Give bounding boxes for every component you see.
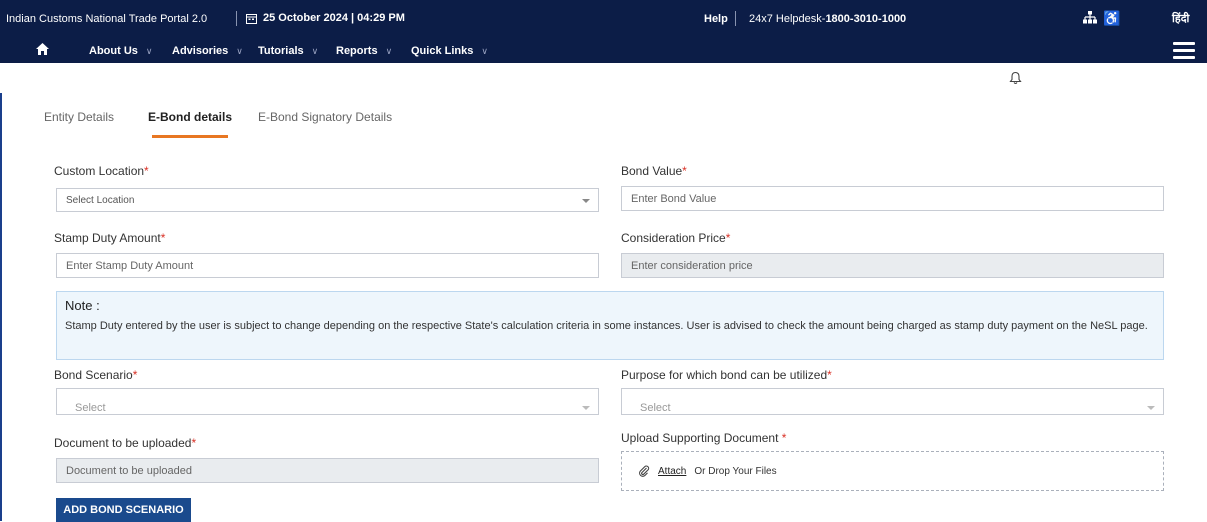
add-bond-scenario-button[interactable]: ADD BOND SCENARIO [56, 498, 191, 522]
stamp-duty-note: Note : Stamp Duty entered by the user is… [56, 291, 1164, 360]
note-title: Note : [65, 298, 100, 313]
nav-about-us[interactable]: About Us ∨ [89, 45, 152, 57]
custom-location-placeholder: Select Location [66, 195, 135, 206]
divider [236, 11, 237, 26]
helpdesk-number: 1800-3010-1000 [825, 13, 907, 25]
sitemap-icon[interactable] [1083, 11, 1097, 27]
date-time-text: 25 October 2024 | 04:29 PM [263, 12, 405, 24]
helpdesk-prefix: 24x7 Helpdesk- [749, 13, 826, 25]
hindi-language-link[interactable]: हिंदी [1172, 11, 1189, 26]
home-icon[interactable] [35, 42, 50, 59]
nav-label: Advisories [172, 45, 229, 57]
hamburger-menu-icon[interactable] [1173, 42, 1195, 59]
consideration-price-label: Consideration Price* [621, 231, 731, 245]
nav-label: Tutorials [258, 45, 304, 57]
chevron-down-icon [582, 406, 590, 410]
paperclip-icon [639, 465, 650, 477]
nav-tutorials[interactable]: Tutorials ∨ [258, 45, 318, 57]
nav-label: Quick Links [411, 45, 474, 57]
nav-quick-links[interactable]: Quick Links ∨ [411, 45, 488, 57]
nav-reports[interactable]: Reports ∨ [336, 45, 392, 57]
document-input: Document to be uploaded [56, 458, 599, 483]
ebond-form-panel: Entity Details E-Bond details E-Bond Sig… [0, 93, 1207, 522]
purpose-label: Purpose for which bond can be utilized* [621, 368, 832, 382]
upload-support-label: Upload Supporting Document * [621, 431, 787, 445]
consideration-price-placeholder: Enter consideration price [631, 260, 753, 272]
chevron-down-icon: ∨ [311, 45, 319, 56]
purpose-placeholder: Select [640, 402, 671, 414]
chevron-down-icon: ∨ [236, 45, 243, 56]
custom-location-select[interactable]: Select Location [56, 188, 599, 212]
stamp-duty-input[interactable]: Enter Stamp Duty Amount [56, 253, 599, 278]
document-placeholder: Document to be uploaded [66, 465, 192, 477]
date-time: 25 October 2024 | 04:29 PM [246, 12, 405, 24]
top-bar: Indian Customs National Trade Portal 2.0… [0, 0, 1207, 38]
divider [735, 11, 736, 26]
tab-entity-details[interactable]: Entity Details [44, 110, 114, 124]
bell-icon[interactable] [1009, 71, 1022, 90]
nav-advisories[interactable]: Advisories ∨ [172, 45, 243, 57]
bond-scenario-select[interactable]: Select [56, 388, 599, 415]
tab-ebond-details[interactable]: E-Bond details [148, 110, 232, 124]
active-tab-indicator [152, 135, 228, 138]
stamp-duty-placeholder: Enter Stamp Duty Amount [66, 260, 194, 272]
chevron-down-icon [582, 199, 590, 203]
custom-location-label: Custom Location* [54, 164, 149, 178]
drop-files-text: Or Drop Your Files [694, 465, 777, 477]
document-label: Document to be uploaded* [54, 436, 197, 450]
bond-scenario-placeholder: Select [75, 402, 106, 414]
consideration-price-input: Enter consideration price [621, 253, 1164, 278]
purpose-select[interactable]: Select [621, 388, 1164, 415]
helpdesk: 24x7 Helpdesk-1800-3010-1000 [749, 13, 906, 25]
calendar-icon [246, 13, 257, 24]
notification-bar [0, 63, 1207, 93]
accessibility-icon[interactable]: ♿ [1103, 10, 1120, 27]
chevron-down-icon: ∨ [385, 45, 393, 56]
bond-value-label: Bond Value* [621, 164, 687, 178]
main-nav: About Us ∨ Advisories ∨ Tutorials ∨ Reports… [0, 38, 1207, 63]
chevron-down-icon: ∨ [145, 45, 153, 56]
note-text: Stamp Duty entered by the user is subjec… [65, 320, 1148, 332]
chevron-down-icon: ∨ [481, 45, 488, 56]
help-link[interactable]: Help [704, 13, 728, 25]
nav-label: Reports [336, 45, 378, 57]
chevron-down-icon [1147, 406, 1155, 410]
tab-ebond-signatory-details[interactable]: E-Bond Signatory Details [258, 110, 392, 124]
bond-scenario-label: Bond Scenario* [54, 368, 138, 382]
attach-link[interactable]: Attach [658, 466, 686, 477]
nav-label: About Us [89, 45, 138, 57]
bond-value-placeholder: Enter Bond Value [631, 193, 717, 205]
stamp-duty-label: Stamp Duty Amount* [54, 231, 166, 245]
bond-value-input[interactable]: Enter Bond Value [621, 186, 1164, 211]
file-dropzone[interactable]: Attach Or Drop Your Files [621, 451, 1164, 491]
portal-title: Indian Customs National Trade Portal 2.0 [6, 13, 208, 25]
